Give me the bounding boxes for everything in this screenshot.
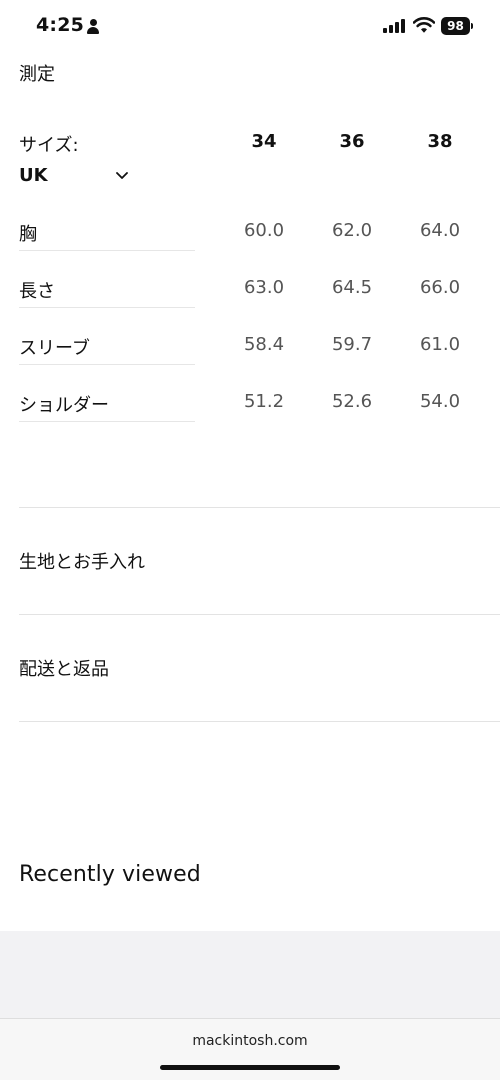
cellular-signal-icon [383, 19, 407, 33]
status-bar: 4:25 98 [0, 0, 500, 56]
row-label-length: 長さ [19, 277, 195, 308]
divider [19, 721, 500, 722]
table-cell: 62.0 [331, 220, 373, 241]
size-header-34: 34 [251, 131, 277, 152]
size-header-36: 36 [339, 131, 365, 152]
battery-level: 98 [441, 17, 470, 35]
table-cell: 66.0 [419, 277, 461, 298]
home-indicator[interactable] [160, 1065, 340, 1070]
table-cell: 59.7 [331, 334, 373, 355]
table-cell: 54.0 [419, 391, 461, 412]
table-cell: 60.0 [243, 220, 285, 241]
size-unit-value: UK [19, 164, 48, 186]
row-label-chest: 胸 [19, 220, 195, 251]
wifi-icon [413, 17, 435, 33]
shipping-returns-section[interactable]: 配送と返品 [19, 648, 479, 688]
measurements-title: 測定 [19, 64, 55, 85]
table-cell: 51.2 [243, 391, 285, 412]
size-label: サイズ: [19, 135, 79, 156]
table-cell: 58.4 [243, 334, 285, 355]
url-text[interactable]: mackintosh.com [0, 1033, 500, 1049]
table-cell: 63.0 [243, 277, 285, 298]
divider [19, 614, 500, 615]
recently-viewed-title: Recently viewed [19, 862, 201, 887]
chevron-down-icon [116, 172, 128, 179]
battery-icon: 98 [441, 17, 473, 35]
table-cell: 64.5 [331, 277, 373, 298]
table-cell: 64.0 [419, 220, 461, 241]
table-cell: 52.6 [331, 391, 373, 412]
status-time: 4:25 [36, 14, 85, 36]
size-unit-select[interactable]: UK [19, 162, 129, 188]
recently-viewed-carousel[interactable] [0, 931, 500, 1018]
fabric-care-section[interactable]: 生地とお手入れ [19, 541, 479, 581]
browser-address-bar[interactable]: mackintosh.com [0, 1018, 500, 1080]
divider [19, 507, 500, 508]
table-cell: 61.0 [419, 334, 461, 355]
shipping-returns-label: 配送と返品 [19, 659, 109, 680]
row-label-shoulder: ショルダー [19, 391, 195, 422]
row-label-sleeve: スリーブ [19, 334, 195, 365]
person-icon [86, 19, 100, 34]
size-header-38: 38 [427, 131, 453, 152]
fabric-care-label: 生地とお手入れ [19, 552, 145, 573]
